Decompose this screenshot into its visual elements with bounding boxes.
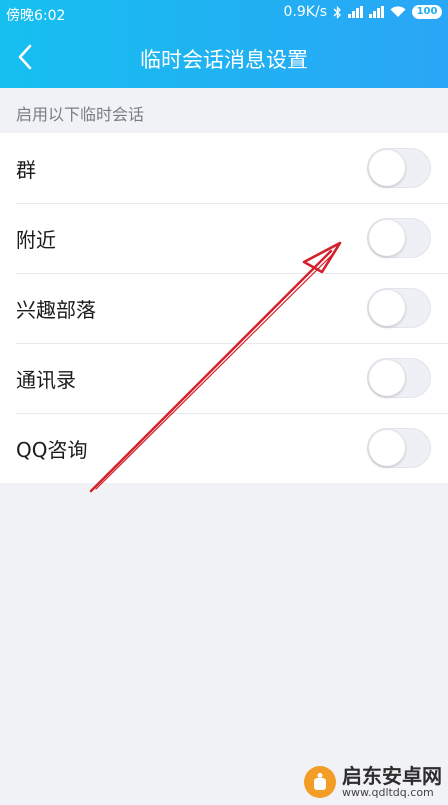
status-time: 傍晚6:02 [6,8,66,24]
wifi-icon [390,6,406,18]
battery-icon: 100 [412,5,442,19]
group-toggle[interactable] [367,148,431,188]
page-title: 临时会话消息设置 [140,48,308,72]
qq-consult-toggle[interactable] [367,428,431,468]
contacts-toggle[interactable] [367,358,431,398]
status-icons: 0.9K/s 100 [284,4,442,20]
signal-icon [369,6,384,18]
toggle-knob [369,150,405,186]
item-label: 通讯录 [16,367,76,392]
status-bar: 傍晚6:02 0.9K/s 100 [0,0,448,26]
watermark-logo-icon [304,765,336,798]
app-header: 傍晚6:02 0.9K/s 100 临时会话消息设置 [0,0,448,88]
signal-icon [348,6,363,18]
toggle-knob [369,360,405,396]
temp-chat-list: 群 附近 兴趣部落 通讯录 QQ咨询 [0,133,448,483]
toggle-knob [369,430,405,466]
network-speed: 0.9K/s [283,4,327,20]
interest-tribe-toggle[interactable] [367,288,431,328]
item-label: 附近 [16,227,56,252]
watermark-name: 启东安卓网 [342,763,442,788]
list-item-qq-consult: QQ咨询 [0,413,448,483]
list-item-interest-tribe: 兴趣部落 [0,273,448,343]
item-label: 群 [16,157,36,182]
list-item-contacts: 通讯录 [0,343,448,413]
list-item-group: 群 [0,133,448,203]
nav-bar: 临时会话消息设置 [0,26,448,88]
watermark-url: www.qdltdq.com [342,785,434,799]
bluetooth-icon [333,5,341,19]
item-label: QQ咨询 [16,437,88,462]
list-item-nearby: 附近 [0,203,448,273]
watermark: 启东安卓网 www.qdltdq.com [304,765,442,799]
nearby-toggle[interactable] [367,218,431,258]
toggle-knob [369,220,405,256]
section-label: 启用以下临时会话 [16,105,145,124]
toggle-knob [369,290,405,326]
item-label: 兴趣部落 [16,297,96,322]
